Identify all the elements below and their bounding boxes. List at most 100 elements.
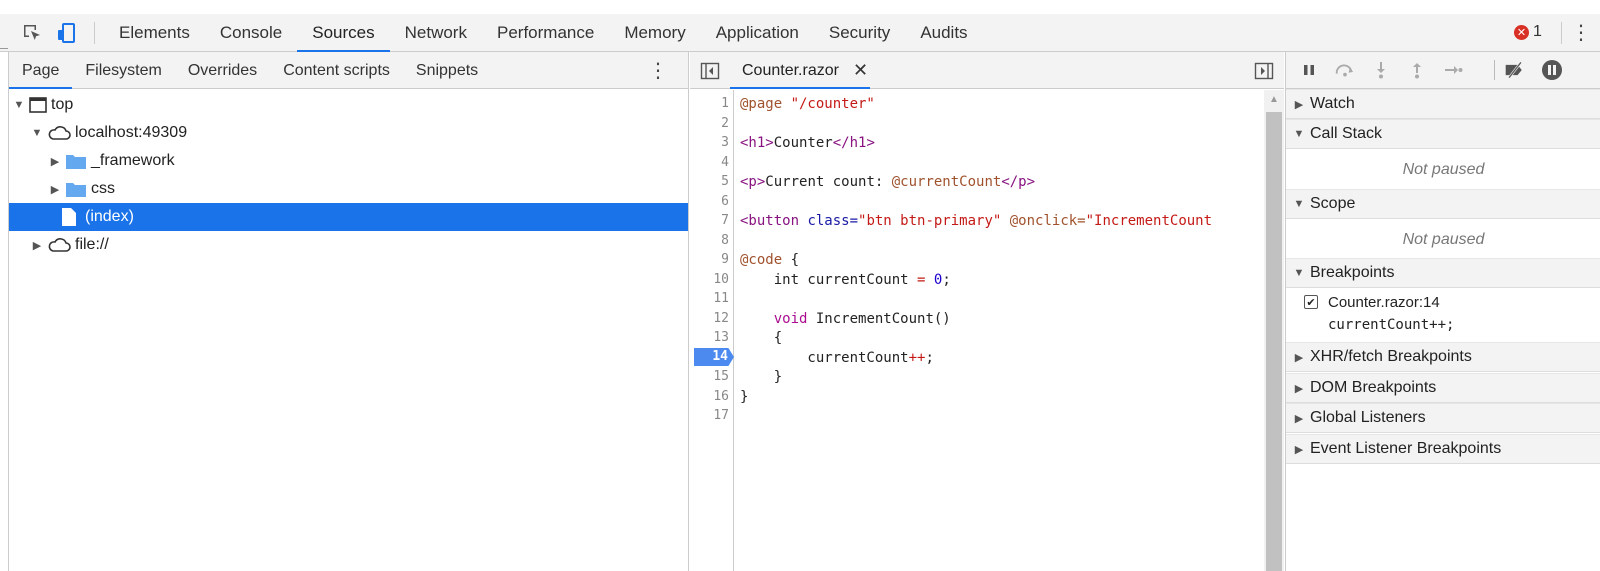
- call-stack-status: Not paused: [1402, 161, 1485, 178]
- line-number[interactable]: 9: [721, 250, 729, 270]
- tree-item-css[interactable]: ▶ css: [9, 175, 688, 203]
- vertical-scrollbar[interactable]: ▲: [1264, 90, 1284, 571]
- tab-overrides[interactable]: Overrides: [175, 52, 270, 88]
- step-into-icon[interactable]: [1370, 59, 1392, 81]
- triangle-down-icon[interactable]: ▼: [1292, 267, 1306, 279]
- triangle-down-icon[interactable]: ▼: [31, 127, 43, 139]
- breakpoint-text: Counter.razor:14 currentCount++;: [1328, 292, 1454, 336]
- tab-content-scripts[interactable]: Content scripts: [270, 52, 403, 88]
- inspect-element-icon[interactable]: [20, 21, 44, 45]
- devtools-toolbar: Elements Console Sources Network Perform…: [0, 14, 1600, 52]
- divider: [0, 48, 8, 49]
- tab-snippets[interactable]: Snippets: [403, 52, 491, 88]
- step-out-icon[interactable]: [1406, 59, 1428, 81]
- triangle-down-icon[interactable]: ▼: [1292, 198, 1306, 210]
- close-icon[interactable]: ✕: [853, 52, 868, 89]
- tab-performance[interactable]: Performance: [482, 14, 609, 51]
- triangle-down-icon[interactable]: ▼: [1292, 128, 1306, 140]
- tab-application[interactable]: Application: [701, 14, 814, 51]
- line-number[interactable]: 6: [721, 192, 729, 212]
- section-title: Event Listener Breakpoints: [1310, 440, 1502, 457]
- section-event-listener-breakpoints[interactable]: ▶ Event Listener Breakpoints: [1286, 434, 1600, 464]
- section-watch[interactable]: ▶ Watch: [1286, 89, 1600, 119]
- triangle-right-icon[interactable]: ▶: [49, 183, 61, 196]
- error-counter[interactable]: ✕ 1: [1514, 23, 1542, 41]
- tab-elements[interactable]: Elements: [104, 14, 205, 51]
- triangle-right-icon[interactable]: ▶: [1292, 351, 1306, 364]
- code-line-9: @code {: [740, 250, 799, 270]
- triangle-right-icon[interactable]: ▶: [1292, 412, 1306, 425]
- breakpoint-item[interactable]: ✔ Counter.razor:14 currentCount++;: [1304, 292, 1454, 336]
- triangle-right-icon[interactable]: ▶: [49, 155, 61, 168]
- code-area[interactable]: @page "/counter" <h1>Counter</h1> <p>Cur…: [740, 90, 1255, 571]
- line-number[interactable]: 16: [713, 387, 729, 407]
- section-dom-breakpoints[interactable]: ▶ DOM Breakpoints: [1286, 373, 1600, 403]
- tab-sources[interactable]: Sources: [297, 14, 391, 52]
- triangle-down-icon[interactable]: ▼: [13, 99, 25, 111]
- code-token: "/counter": [790, 96, 875, 112]
- editor-tab-counter-razor[interactable]: Counter.razor: [742, 52, 839, 89]
- editor-tabs: Counter.razor ✕: [690, 52, 1284, 89]
- line-number[interactable]: 8: [721, 231, 729, 251]
- line-number[interactable]: 11: [713, 289, 729, 309]
- pause-on-exceptions-icon[interactable]: [1541, 59, 1563, 81]
- customize-menu-icon[interactable]: ⋮: [1571, 22, 1591, 44]
- triangle-right-icon[interactable]: ▶: [1292, 98, 1306, 111]
- code-line-13: {: [740, 330, 783, 346]
- tab-filesystem[interactable]: Filesystem: [72, 52, 174, 88]
- tab-memory[interactable]: Memory: [609, 14, 700, 51]
- code-line-16: }: [740, 389, 749, 405]
- scroll-up-icon[interactable]: ▲: [1269, 94, 1279, 105]
- code-token: Counter: [773, 135, 833, 151]
- section-global-listeners[interactable]: ▶ Global Listeners: [1286, 403, 1600, 433]
- tab-network[interactable]: Network: [390, 14, 482, 51]
- code-token: int currentCount: [740, 272, 918, 288]
- breakpoint-marker[interactable]: 14: [694, 348, 734, 366]
- step-over-icon[interactable]: [1334, 59, 1356, 81]
- line-number[interactable]: 15: [713, 367, 729, 387]
- toggle-navigator-icon[interactable]: [698, 59, 722, 83]
- pause-icon[interactable]: [1298, 59, 1320, 81]
- section-call-stack[interactable]: ▼ Call Stack: [1286, 119, 1600, 149]
- divider: [1561, 22, 1562, 44]
- tree-item-label: (index): [85, 208, 134, 225]
- section-scope[interactable]: ▼ Scope: [1286, 189, 1600, 219]
- scrollbar-thumb[interactable]: [1266, 112, 1282, 571]
- line-number[interactable]: 5: [721, 172, 729, 192]
- tab-audits[interactable]: Audits: [905, 14, 982, 51]
- line-number[interactable]: 7: [721, 211, 729, 231]
- line-number[interactable]: 13: [713, 328, 729, 348]
- tab-security[interactable]: Security: [814, 14, 905, 51]
- tab-page[interactable]: Page: [9, 52, 73, 89]
- section-title: Breakpoints: [1310, 264, 1395, 281]
- code-line-7: <button class="btn btn-primary" @onclick…: [740, 211, 1212, 231]
- line-number[interactable]: 2: [721, 114, 729, 134]
- debugger-sidebar: ▶ Watch ▼ Call Stack Not paused ▼ Scope …: [1285, 52, 1600, 571]
- tree-item-index[interactable]: (index): [9, 203, 688, 231]
- line-number[interactable]: 3: [721, 133, 729, 153]
- line-number[interactable]: 1: [721, 94, 729, 114]
- triangle-right-icon[interactable]: ▶: [31, 239, 43, 252]
- device-toolbar-icon[interactable]: [55, 21, 79, 45]
- tree-item-top[interactable]: ▼ top: [9, 91, 688, 119]
- tree-item-file[interactable]: ▶ file://: [9, 231, 688, 259]
- tree-item-framework[interactable]: ▶ _framework: [9, 147, 688, 175]
- more-options-icon[interactable]: ⋮: [648, 60, 668, 82]
- line-number[interactable]: 17: [713, 406, 729, 426]
- triangle-right-icon[interactable]: ▶: [1292, 443, 1306, 456]
- toggle-debugger-icon[interactable]: [1252, 59, 1276, 83]
- divider: [94, 22, 95, 44]
- tab-console[interactable]: Console: [205, 14, 297, 51]
- line-number[interactable]: 12: [713, 309, 729, 329]
- tree-item-localhost[interactable]: ▼ localhost:49309: [9, 119, 688, 147]
- code-token: class=: [807, 213, 859, 229]
- triangle-right-icon[interactable]: ▶: [1292, 382, 1306, 395]
- step-icon[interactable]: [1442, 59, 1464, 81]
- line-number[interactable]: 10: [713, 270, 729, 290]
- line-gutter[interactable]: 1 2 3 4 5 6 7 8 9 10 11 12 13 14 15 16 1…: [690, 90, 734, 571]
- section-xhr-breakpoints[interactable]: ▶ XHR/fetch Breakpoints: [1286, 342, 1600, 372]
- breakpoint-checkbox[interactable]: ✔: [1304, 295, 1318, 309]
- section-breakpoints[interactable]: ▼ Breakpoints: [1286, 258, 1600, 288]
- deactivate-breakpoints-icon[interactable]: [1504, 59, 1526, 81]
- line-number[interactable]: 4: [721, 153, 729, 173]
